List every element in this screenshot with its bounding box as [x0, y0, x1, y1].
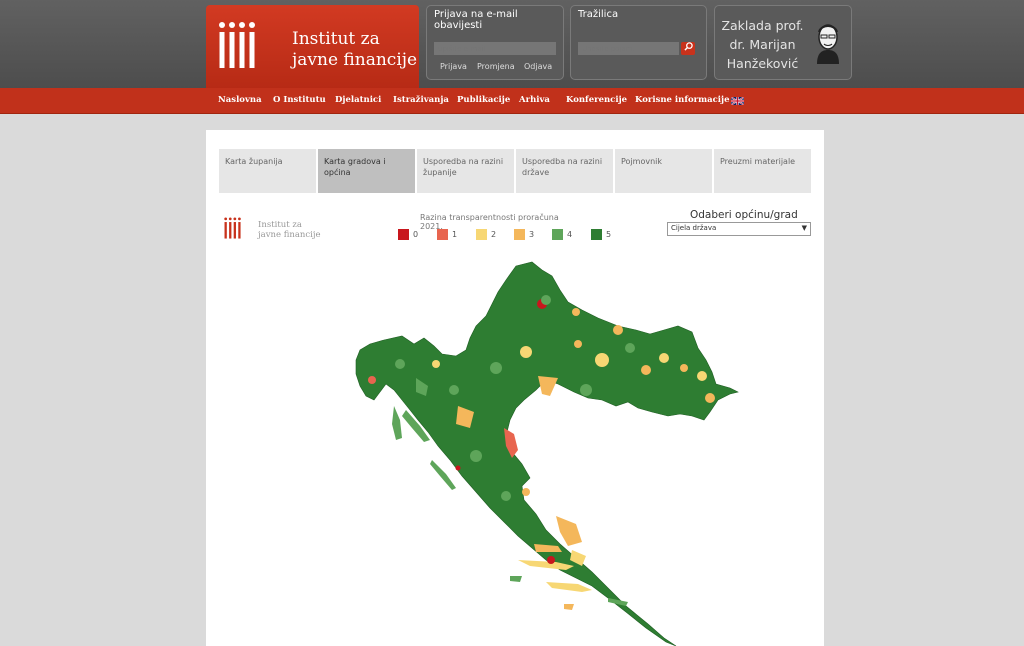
site-header: Institut za javne financije Prijava na e… — [0, 0, 1024, 90]
tab-glossary[interactable]: Pojmovnik — [615, 149, 712, 193]
nav-staff[interactable]: Djelatnici — [335, 95, 381, 105]
nav-about[interactable]: O Institutu — [273, 95, 326, 105]
portrait-icon — [817, 24, 839, 64]
municipality-score-4 — [580, 384, 592, 396]
municipality-score-0 — [547, 556, 555, 564]
nav-conferences[interactable]: Konferencije — [566, 95, 627, 105]
legend-item-5[interactable]: 5 — [591, 229, 611, 241]
search-icon — [683, 42, 693, 51]
municipality-score-3 — [522, 488, 530, 496]
tab-state-comparison[interactable]: Usporedba na razini države — [516, 149, 613, 193]
nav-useful-info[interactable]: Korisne informacije — [635, 95, 730, 105]
croatia-mainland-shape — [355, 261, 739, 646]
korcula-island-shape — [546, 582, 592, 592]
newsletter-email-input[interactable] — [434, 42, 556, 55]
uk-flag-icon[interactable] — [731, 97, 744, 105]
croatia-municipality-map[interactable] — [346, 260, 746, 646]
municipality-score-2 — [520, 346, 532, 358]
municipality-score-2 — [432, 360, 440, 368]
newsletter-subscribe-link[interactable]: Prijava — [440, 62, 467, 71]
legend-label: 1 — [452, 230, 458, 239]
vis-island-shape — [510, 576, 522, 582]
search-input[interactable] — [578, 42, 679, 55]
legend-swatch — [437, 229, 448, 240]
municipality-score-4 — [395, 359, 405, 369]
legend-label: 5 — [606, 230, 612, 239]
municipality-score-4 — [449, 385, 459, 395]
nav-home[interactable]: Naslovna — [218, 95, 262, 105]
legend-label: 0 — [413, 230, 419, 239]
legend-label: 3 — [529, 230, 535, 239]
municipality-score-3 — [574, 340, 582, 348]
foundation-text: Zaklada prof. dr. Marijan Hanžeković — [715, 16, 810, 73]
municipality-score-4 — [490, 362, 502, 374]
search-title: Tražilica — [578, 9, 619, 20]
legend-label: 2 — [491, 230, 497, 239]
municipality-score-3 — [705, 393, 715, 403]
main-nav: Naslovna O Institutu Djelatnici Istraživ… — [0, 88, 1024, 114]
lastovo-island-shape — [564, 604, 574, 610]
site-logo[interactable]: Institut za javne financije — [206, 5, 419, 90]
foundation-line-1: Zaklada prof. — [721, 18, 804, 33]
newsletter-change-link[interactable]: Promjena — [477, 62, 515, 71]
nav-archive[interactable]: Arhiva — [519, 95, 550, 105]
legend-label: 4 — [567, 230, 573, 239]
legend-swatch — [476, 229, 487, 240]
tab-county-map[interactable]: Karta županija — [219, 149, 316, 193]
search-button[interactable] — [681, 42, 695, 55]
viz-logo-text: Institut za javne financije — [258, 220, 321, 240]
municipality-select[interactable]: Cijela država ▼ — [667, 222, 811, 236]
municipality-score-2 — [595, 353, 609, 367]
municipality-score-3 — [556, 516, 582, 546]
search-panel: Tražilica — [570, 5, 707, 80]
dashboard-panel: Karta županija Karta gradova i općina Us… — [206, 130, 824, 646]
municipality-score-2 — [659, 353, 669, 363]
municipality-score-4 — [501, 491, 511, 501]
logo-line-1: Institut za — [292, 29, 380, 49]
tab-download-materials[interactable]: Preuzmi materijale — [714, 149, 811, 193]
legend-item-4[interactable]: 4 — [552, 229, 572, 241]
tab-county-comparison[interactable]: Usporedba na razini županije — [417, 149, 514, 193]
newsletter-panel: Prijava na e-mail obavijesti Prijava Pro… — [426, 5, 564, 80]
municipality-score-3 — [641, 365, 651, 375]
institute-logo-icon — [219, 22, 255, 68]
foundation-panel[interactable]: Zaklada prof. dr. Marijan Hanžeković — [714, 5, 852, 80]
legend-swatch — [398, 229, 409, 240]
municipality-score-3 — [613, 325, 623, 335]
legend-item-1[interactable]: 1 — [437, 229, 457, 241]
dropdown-arrow-icon: ▼ — [801, 224, 807, 232]
foundation-line-2: dr. Marijan — [729, 37, 796, 52]
logo-text: Institut za javne financije — [292, 29, 417, 71]
municipality-score-3 — [572, 308, 580, 316]
foundation-line-3: Hanžeković — [726, 56, 799, 71]
dugi-otok-shape — [430, 460, 456, 490]
municipality-score-2 — [697, 371, 707, 381]
legend-item-2[interactable]: 2 — [476, 229, 496, 241]
legend-item-3[interactable]: 3 — [514, 229, 534, 241]
municipality-select-label: Odaberi općinu/grad — [690, 209, 798, 221]
legend-swatch — [514, 229, 525, 240]
municipality-score-0 — [455, 465, 461, 471]
municipality-score-3 — [680, 364, 688, 372]
logo-line-2: javne financije — [292, 50, 418, 70]
nav-publications[interactable]: Publikacije — [457, 95, 510, 105]
municipality-score-3 — [538, 376, 558, 396]
nav-research[interactable]: Istraživanja — [393, 95, 449, 105]
legend-swatch — [591, 229, 602, 240]
municipality-select-value: Cijela država — [671, 224, 717, 232]
viz-logo-icon — [224, 217, 241, 239]
cres-island-shape — [392, 406, 402, 440]
legend-item-0[interactable]: 0 — [398, 229, 418, 241]
municipality-score-4 — [625, 343, 635, 353]
legend-swatch — [552, 229, 563, 240]
newsletter-title: Prijava na e-mail obavijesti — [434, 9, 518, 31]
viz-logo-line-2: javne financije — [258, 230, 321, 240]
viz-logo-line-1: Institut za — [258, 220, 302, 230]
municipality-score-1 — [368, 376, 376, 384]
tab-city-municipality-map[interactable]: Karta gradova i općina — [318, 149, 415, 193]
municipality-score-4 — [541, 295, 551, 305]
municipality-score-4 — [470, 450, 482, 462]
newsletter-unsubscribe-link[interactable]: Odjava — [524, 62, 552, 71]
